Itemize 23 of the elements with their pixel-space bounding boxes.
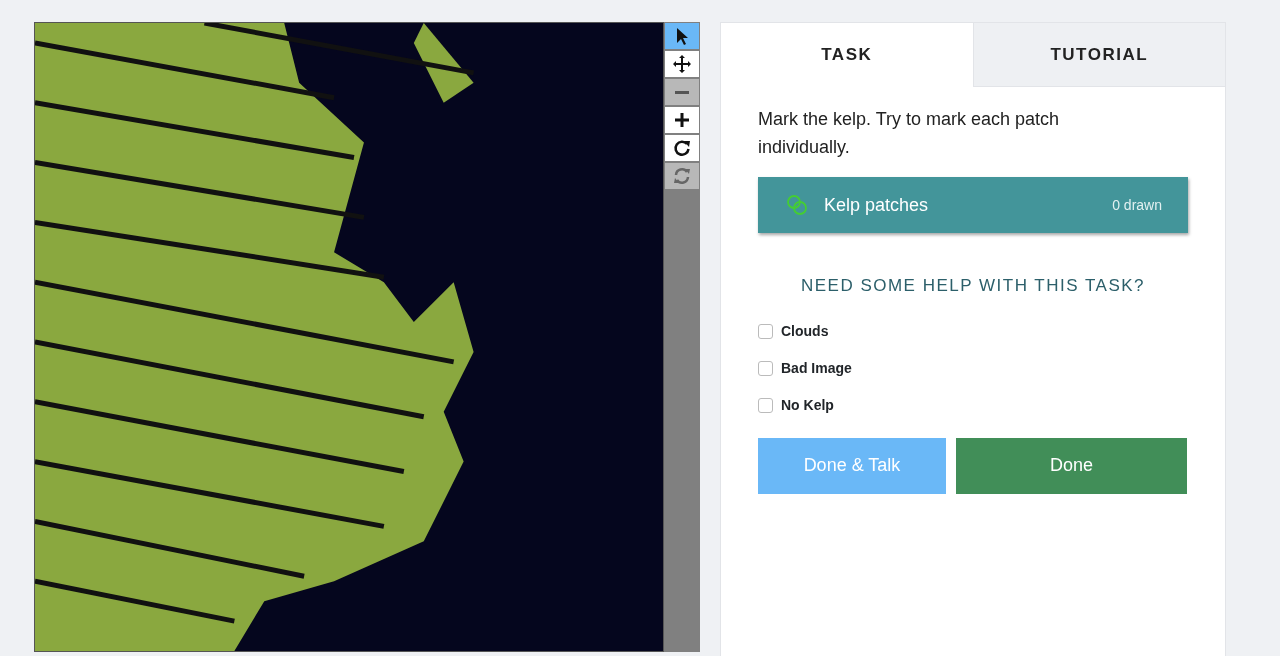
done-and-talk-button[interactable]: Done & Talk [758,437,946,494]
map-tool-button[interactable] [665,51,699,77]
move-icon [672,54,692,74]
minus-icon [675,90,689,94]
rotate-icon [672,138,692,158]
tool-label: Kelp patches [824,193,929,217]
drawn-count: 0 drawn [1112,195,1162,215]
checkbox-label: Clouds [781,321,829,341]
task-tool-button[interactable]: Kelp patches 0 drawn [758,177,1188,233]
checkbox-label: No Kelp [781,395,834,415]
task-instruction: Mark the kelp. Try to mark each patch individually. [758,108,1061,159]
checkbox[interactable] [758,397,773,413]
refresh-icon [672,166,692,186]
map-tool-button[interactable] [665,107,699,133]
checkbox[interactable] [758,323,773,339]
map-tool-button[interactable] [665,135,699,161]
checkbox-label: Bad Image [781,358,852,378]
checkbox[interactable] [758,360,773,376]
tab[interactable]: TUTORIAL [972,23,1225,87]
plus-icon [672,110,692,130]
map-tool-button[interactable] [665,23,699,49]
help-heading: NEED SOME HELP WITH THIS TASK? [799,275,1147,297]
done-button[interactable]: Done [956,437,1187,494]
